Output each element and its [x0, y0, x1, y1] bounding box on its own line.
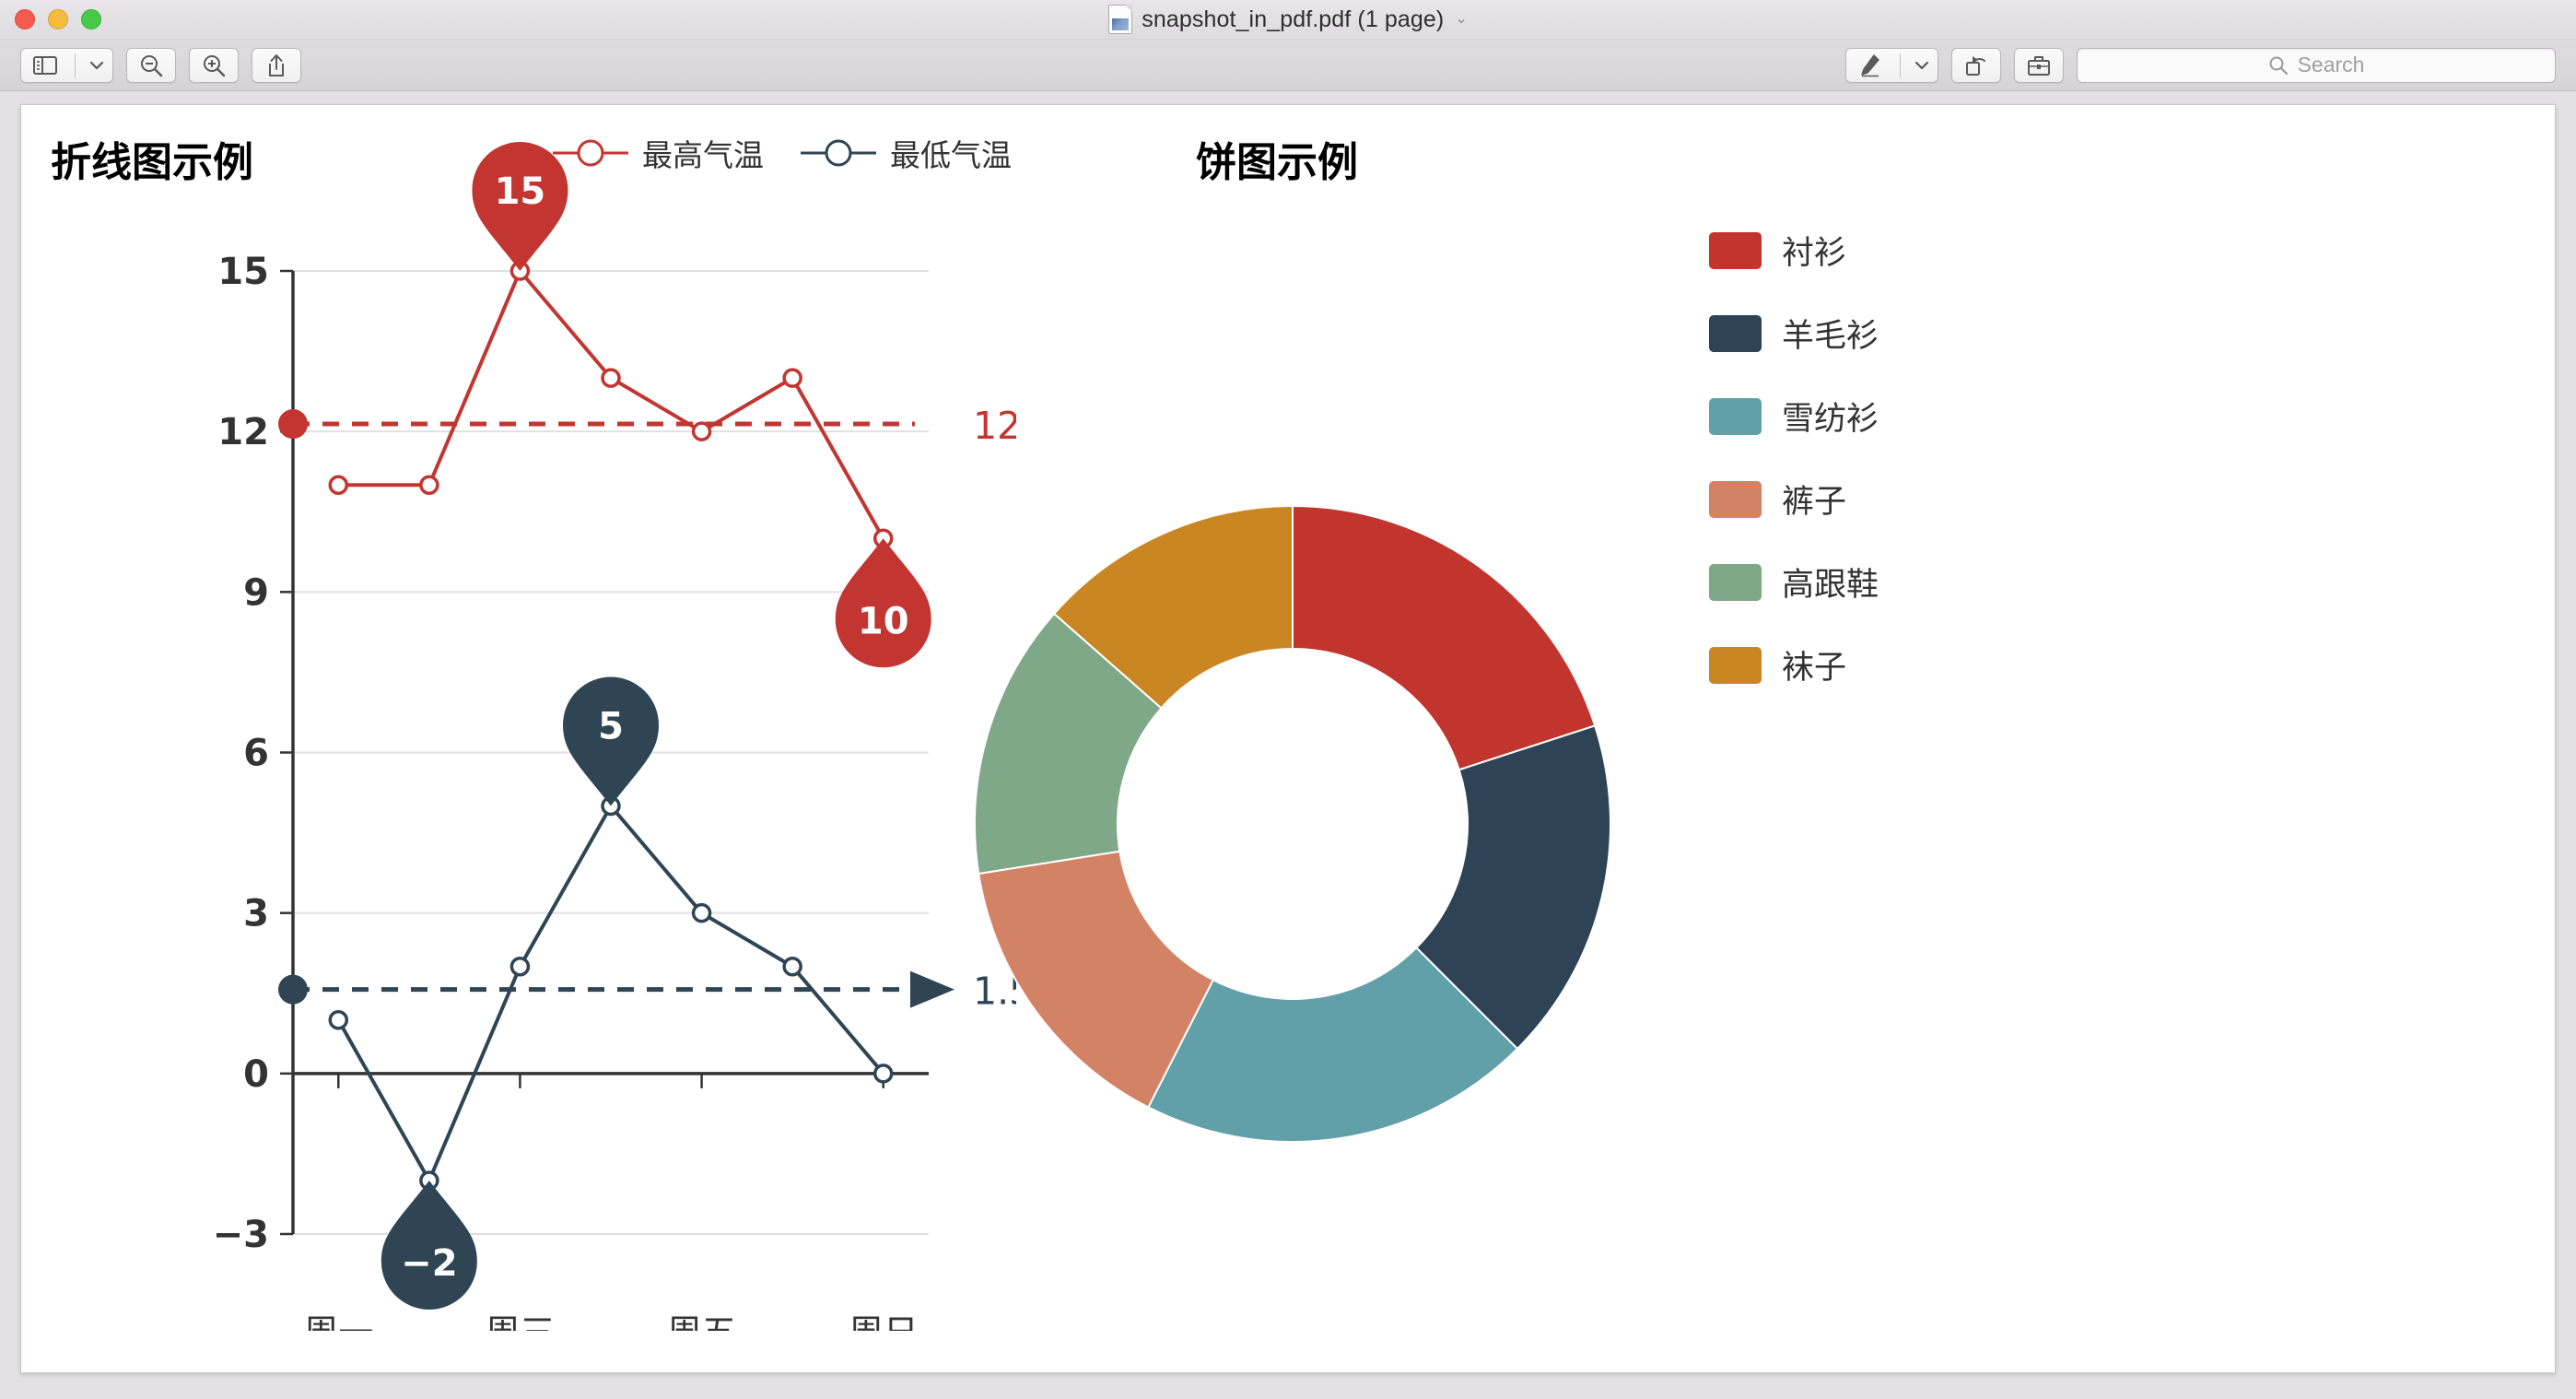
legend-label: 高跟鞋: [1782, 567, 1879, 604]
window-title-group: snapshot_in_pdf.pdf (1 page) ⌄: [0, 0, 2576, 39]
zoom-in-icon: [202, 53, 226, 77]
markup-pen-button[interactable]: [1845, 47, 1938, 83]
share-icon: [265, 53, 287, 77]
toolbar: Search: [0, 40, 2576, 91]
y-axis-label: 12: [217, 411, 269, 453]
x-axis-label: 周一: [303, 1312, 373, 1331]
average-value-label-0: 12.14: [973, 404, 1016, 448]
y-axis-label: 9: [243, 571, 269, 614]
y-axis-label: 15: [217, 251, 269, 293]
marker-pin-label: 5: [598, 706, 624, 748]
legend-item-4[interactable]: 高跟鞋: [1709, 558, 1879, 605]
zoom-out-button[interactable]: [126, 47, 176, 83]
legend-item-0[interactable]: 衬衫: [1709, 227, 1879, 274]
y-axis-label: 0: [243, 1053, 269, 1096]
data-point: [328, 1010, 349, 1030]
markup-toolbox-button[interactable]: [2014, 47, 2064, 83]
legend-label: 袜子: [1782, 650, 1847, 687]
marker-pin-label: 15: [495, 170, 546, 213]
y-axis-label: 3: [243, 893, 269, 935]
legend-swatch: [1709, 314, 1762, 352]
maximize-window-button[interactable]: [81, 9, 101, 29]
chevron-down-icon[interactable]: ⌄: [1455, 12, 1467, 27]
data-point: [509, 956, 531, 977]
pie-slice-0[interactable]: [1292, 504, 1597, 771]
legend-item-3[interactable]: 裤子: [1709, 476, 1879, 523]
rotate-left-button[interactable]: [1951, 47, 2001, 83]
close-window-button[interactable]: [15, 9, 35, 29]
sidebar-icon: [21, 49, 69, 82]
data-point: [328, 475, 349, 495]
button-divider: [1900, 53, 1901, 77]
data-point: [782, 368, 802, 388]
legend-label: 衬衫: [1782, 235, 1847, 272]
line-chart-plot: 15129630−3周一周三周五周日12.1415101.575−2: [213, 141, 1016, 1331]
toolbar-right-group: Search: [1845, 47, 2556, 83]
legend-swatch: [1709, 480, 1762, 518]
series-line-0: [338, 267, 885, 540]
pdf-page: 折线图示例 饼图示例 最高气温 最低气温 衬衫 羊毛衫 雪纺衫 裤子 高跟鞋 袜…: [20, 104, 2556, 1373]
x-axis-label: 周五: [667, 1312, 737, 1331]
chevron-down-icon[interactable]: [81, 49, 112, 82]
legend-item-5[interactable]: 袜子: [1709, 641, 1879, 688]
y-axis-label: −3: [213, 1214, 269, 1256]
button-divider: [75, 53, 76, 77]
minimize-window-button[interactable]: [48, 9, 68, 29]
legend-swatch: [1709, 397, 1762, 435]
legend-label: 羊毛衫: [1782, 318, 1879, 355]
x-axis-label: 周三: [485, 1312, 555, 1331]
series-line-1: [336, 803, 885, 1185]
marker-pin-label: −2: [401, 1242, 457, 1285]
legend-label: 雪纺衫: [1782, 401, 1879, 438]
toolbox-icon: [2027, 54, 2051, 76]
share-button[interactable]: [252, 47, 301, 83]
search-input[interactable]: Search: [2077, 47, 2556, 83]
pdf-page-area: 折线图示例 饼图示例 最高气温 最低气温 衬衫 羊毛衫 雪纺衫 裤子 高跟鞋 袜…: [0, 91, 2576, 1399]
legend-swatch: [1709, 563, 1762, 601]
pdf-document-icon: [1108, 5, 1133, 34]
pen-icon: [1846, 49, 1894, 82]
data-point: [782, 956, 802, 977]
legend-item-2[interactable]: 雪纺衫: [1709, 393, 1879, 440]
data-point: [691, 902, 712, 923]
legend-item-1[interactable]: 羊毛衫: [1709, 310, 1879, 357]
search-icon: [2268, 55, 2289, 76]
zoom-out-icon: [139, 53, 163, 77]
zoom-in-button[interactable]: [189, 47, 239, 83]
legend-label: 裤子: [1782, 484, 1847, 521]
pie-chart-plot: [974, 504, 1611, 1143]
sidebar-view-button[interactable]: [20, 47, 113, 83]
search-placeholder: Search: [2297, 53, 2365, 76]
pie-chart-legend: 衬衫 羊毛衫 雪纺衫 裤子 高跟鞋 袜子: [1709, 227, 1879, 688]
title-bar: snapshot_in_pdf.pdf (1 page) ⌄: [0, 0, 2576, 40]
data-point: [872, 1064, 894, 1084]
legend-swatch: [1709, 231, 1762, 269]
data-point: [601, 368, 621, 388]
chevron-down-icon[interactable]: [1906, 49, 1938, 82]
marker-pin-label: 10: [858, 600, 909, 642]
window-controls: [15, 9, 101, 29]
data-point: [419, 475, 439, 495]
legend-swatch: [1709, 646, 1762, 684]
window-title: snapshot_in_pdf.pdf (1 page): [1142, 6, 1445, 32]
rotate-icon: [1964, 53, 1988, 77]
y-axis-label: 6: [243, 733, 269, 775]
toolbar-left-group: [20, 47, 301, 83]
pdf-preview-window: snapshot_in_pdf.pdf (1 page) ⌄ Search 折线…: [0, 0, 2576, 1399]
pie-chart-title: 饼图示例: [1196, 139, 1358, 186]
x-axis-label: 周日: [849, 1312, 919, 1331]
